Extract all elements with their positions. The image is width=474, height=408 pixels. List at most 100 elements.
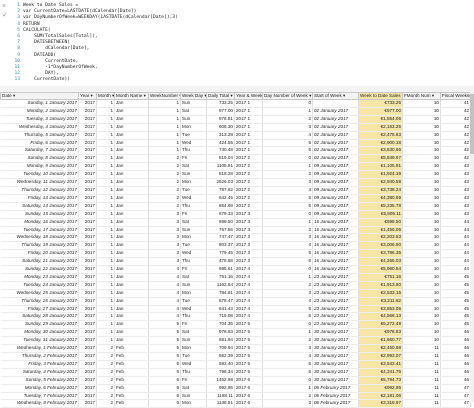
code-text[interactable]: var CurrentDate=LASTDATE(dCalendar[Date]… bbox=[23, 9, 136, 14]
table-cell: 4 bbox=[148, 312, 181, 322]
column-header[interactable]: Date ▾ bbox=[0, 92, 79, 100]
table-row: Wednesday, 25 January 2017 2017 1 Jan 4 Mon 78… bbox=[0, 289, 471, 298]
table-cell: 10 bbox=[402, 320, 441, 330]
table-cell: 2 bbox=[148, 170, 181, 180]
table-cell: 11 bbox=[402, 384, 441, 393]
line-number: 4 bbox=[17, 21, 20, 27]
table-cell: 2017 bbox=[78, 297, 97, 306]
code-line[interactable]: 10 CurrentDate, bbox=[14, 59, 78, 65]
table-cell: 2017 bbox=[78, 186, 97, 195]
table-cell: Tuesday, 3 January 2017 bbox=[0, 115, 79, 124]
code-text[interactable]: DATEADD( bbox=[23, 53, 56, 58]
column-header[interactable]: Year ▾ bbox=[78, 92, 97, 100]
table-cell: 44 bbox=[440, 226, 471, 235]
table-cell: Wednesday, 25 January 2017 bbox=[0, 289, 79, 298]
column-header[interactable]: Year & Week ▾ bbox=[234, 92, 263, 100]
column-header[interactable]: Daily Total ▾ bbox=[206, 92, 235, 100]
table-cell: €1,456.06 bbox=[358, 226, 403, 235]
code-text[interactable]: var DayNumberOfWeek=WEEKDAY(LASTDATE(dCa… bbox=[23, 15, 178, 20]
table-cell: Jan bbox=[114, 194, 149, 203]
formula-editor[interactable]: × ✓ 1 Week to Date Sales = 2 var CurrentDat… bbox=[0, 0, 474, 87]
code-text[interactable]: CALCULATE( bbox=[23, 28, 51, 33]
code-text[interactable]: SUM(TotalSales[Total]), bbox=[23, 34, 98, 39]
table-cell: 2017 6 bbox=[234, 376, 263, 385]
table-cell: 2017 5 bbox=[234, 360, 263, 369]
table-cell: 2017 bbox=[78, 107, 97, 116]
table-cell: Sat bbox=[180, 162, 207, 172]
column-header[interactable]: Fiscal Weekscan ▾ bbox=[440, 92, 471, 100]
code-line[interactable]: 3 var DayNumberOfWeek=WEEKDAY(LASTDATE(dC… bbox=[14, 15, 178, 21]
table-cell: 16 January 2017 bbox=[312, 218, 359, 227]
code-text[interactable]: Week to Date Sales = bbox=[23, 3, 78, 8]
code-text[interactable]: CurrentDate, bbox=[23, 59, 78, 64]
code-text[interactable]: DATESBETWEEN( bbox=[23, 40, 70, 45]
column-header[interactable]: Week Day ▾ bbox=[180, 92, 207, 100]
table-cell: 44 bbox=[440, 249, 471, 259]
column-header[interactable]: Start of Week ▾ bbox=[312, 92, 359, 100]
column-header[interactable]: Month Name ▾ bbox=[114, 92, 149, 100]
column-header[interactable]: Week to Date Sales ▾ bbox=[358, 92, 403, 100]
table-cell: Jan bbox=[114, 281, 149, 290]
code-text[interactable]: RETURN bbox=[23, 22, 40, 27]
table-cell: €3,211.62 bbox=[358, 297, 403, 306]
code-text[interactable]: DAY), bbox=[23, 71, 59, 76]
table-cell: 787.82 bbox=[206, 186, 235, 195]
code-line[interactable]: 4 RETURN bbox=[14, 21, 40, 28]
table-cell: 583.40 bbox=[206, 360, 235, 369]
code-text[interactable]: -1*DayNumberOfWeek, bbox=[23, 65, 98, 70]
table-row: Sunday, 22 January 2017 2017 1 Jan 4 Fri 695.6… bbox=[0, 265, 471, 274]
table-cell: 2017 2 bbox=[234, 186, 263, 195]
table-cell: Wed bbox=[180, 249, 207, 259]
table-cell: 2017 5 bbox=[234, 320, 263, 330]
table-cell: 2 bbox=[148, 202, 181, 211]
table-cell: 2017 2 bbox=[234, 178, 263, 187]
table-cell: 2017 3 bbox=[234, 226, 263, 235]
column-header[interactable]: WeekNumber ▾ bbox=[148, 92, 181, 100]
table-cell: 43 bbox=[440, 170, 471, 180]
code-line[interactable]: 8 dCalendar[Date], bbox=[14, 46, 89, 52]
code-text[interactable]: CurrentDate)) bbox=[23, 77, 70, 82]
table-cell: 2 bbox=[96, 368, 115, 377]
table-cell: 23 January 2017 bbox=[312, 305, 359, 314]
table-cell: 2017 bbox=[78, 273, 97, 282]
code-line[interactable]: 5 CALCULATE( bbox=[14, 28, 51, 34]
table-cell: 1 bbox=[96, 99, 115, 108]
table-cell: 1 bbox=[96, 265, 115, 274]
table-cell: 10 bbox=[402, 178, 441, 187]
table-cell: 16 January 2017 bbox=[312, 249, 359, 259]
column-header[interactable]: FMonth Num ▾ bbox=[402, 92, 441, 100]
table-cell: €2,181.06 bbox=[358, 392, 403, 401]
scrollbar-thumb[interactable] bbox=[470, 94, 474, 154]
table-cell: €978.83 bbox=[358, 328, 403, 338]
table-cell: Jan bbox=[114, 273, 149, 282]
table-cell: 42 bbox=[440, 139, 471, 148]
table-cell: Tue bbox=[180, 297, 207, 306]
table-cell: 2 bbox=[96, 360, 115, 369]
table-cell: Jan bbox=[114, 320, 149, 330]
table-cell: 06 February 2017 bbox=[312, 392, 359, 401]
table-cell: Tue bbox=[180, 131, 207, 140]
code-line[interactable]: 9 DATEADD( bbox=[14, 53, 56, 59]
table-cell: 1 bbox=[96, 186, 115, 195]
commit-formula-icon[interactable]: ✓ bbox=[2, 12, 9, 19]
table-cell: Wed bbox=[180, 305, 207, 314]
table-cell: 2017 bbox=[78, 305, 97, 314]
table-cell: 2626.03 bbox=[206, 178, 235, 187]
column-header[interactable]: Month ▾ bbox=[96, 92, 115, 100]
code-line[interactable]: 13 CurrentDate)) bbox=[14, 77, 70, 83]
table-cell: 1 bbox=[96, 328, 115, 338]
cancel-formula-icon[interactable]: × bbox=[2, 3, 9, 10]
table-cell: 10 bbox=[402, 312, 441, 322]
table-cell: 803.37 bbox=[206, 241, 235, 251]
code-text[interactable]: dCalendar[Date], bbox=[23, 46, 89, 51]
column-header[interactable]: Day Number of Week ▾ bbox=[262, 92, 313, 100]
table-cell: €698.50 bbox=[358, 218, 403, 227]
table-cell: 1105.91 bbox=[206, 162, 235, 172]
table-cell: 704.35 bbox=[206, 320, 235, 330]
line-number: 13 bbox=[14, 77, 20, 83]
table-cell: 2017 2 bbox=[234, 202, 263, 211]
table-cell: 10 bbox=[402, 233, 441, 243]
table-cell: 4 bbox=[148, 305, 181, 314]
table-cell: Sunday, 8 January 2017 bbox=[0, 154, 79, 164]
table-cell: 641.43 bbox=[206, 305, 235, 314]
